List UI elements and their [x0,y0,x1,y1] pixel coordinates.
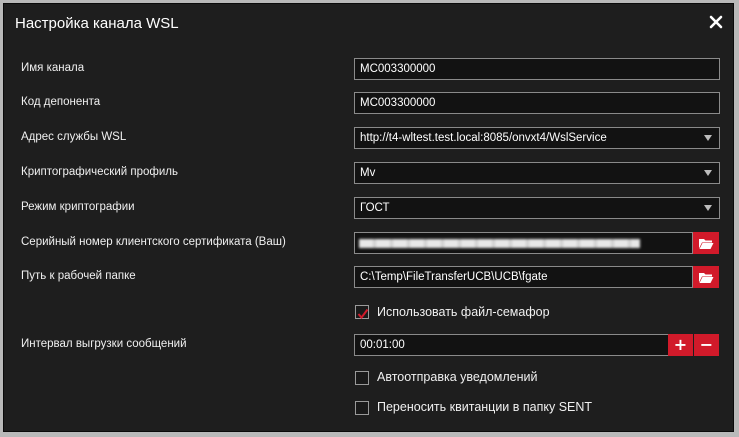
use-semaphore-label[interactable]: Использовать файл-семафор [377,305,550,319]
crypto-mode-label: Режим криптографии [21,201,135,213]
dropdown-arrow-icon[interactable] [704,205,712,211]
crypto-profile-select[interactable]: Mv [354,162,720,184]
interval-increase-button[interactable]: + [668,334,693,356]
work-folder-input[interactable]: C:\Temp\FileTransferUCB\UCB\fgate [354,266,693,288]
title-bar: Настройка канала WSL [4,4,733,46]
dropdown-arrow-icon[interactable] [704,170,712,176]
client-cert-serial-label: Серийный номер клиентского сертификата (… [21,236,286,248]
depositor-code-label: Код депонента [21,96,101,108]
channel-name-input[interactable]: MC003300000 [354,58,720,80]
checkmark-icon [357,308,369,320]
interval-decrease-button[interactable]: − [694,334,719,356]
work-folder-label: Путь к рабочей папке [21,270,136,282]
channel-name-label: Имя канала [21,62,85,74]
wsl-address-value: http://t4-wltest.test.local:8085/onvxt4/… [360,132,607,144]
dropdown-arrow-icon[interactable] [704,135,712,141]
crypto-mode-select[interactable]: ГОСТ [354,197,720,219]
auto-send-notifications-label[interactable]: Автоотправка уведомлений [377,370,538,384]
folder-open-icon [699,239,714,249]
crypto-mode-value: ГОСТ [360,202,390,214]
dialog-title: Настройка канала WSL [15,15,179,32]
depositor-code-input[interactable]: MC003300000 [354,92,720,114]
wsl-channel-settings-dialog: Настройка канала WSL Имя канала MC003300… [3,3,734,432]
move-receipts-sent-label[interactable]: Переносить квитанции в папку SENT [377,400,592,414]
auto-send-notifications-checkbox[interactable] [355,371,369,385]
browse-cert-button[interactable] [693,232,719,254]
wsl-address-select[interactable]: http://t4-wltest.test.local:8085/onvxt4/… [354,127,720,149]
move-receipts-sent-checkbox[interactable] [355,401,369,415]
wsl-address-label: Адрес службы WSL [21,131,127,143]
upload-interval-input[interactable]: 00:01:00 [354,334,670,356]
close-icon[interactable] [707,13,725,31]
crypto-profile-label: Криптографический профиль [21,166,178,178]
folder-open-icon [699,273,714,283]
browse-folder-button[interactable] [693,266,719,288]
redacted-serial [359,239,640,248]
upload-interval-label: Интервал выгрузки сообщений [21,338,187,350]
use-semaphore-checkbox[interactable] [355,305,369,320]
crypto-profile-value: Mv [360,167,376,179]
client-cert-serial-input[interactable] [354,232,693,254]
